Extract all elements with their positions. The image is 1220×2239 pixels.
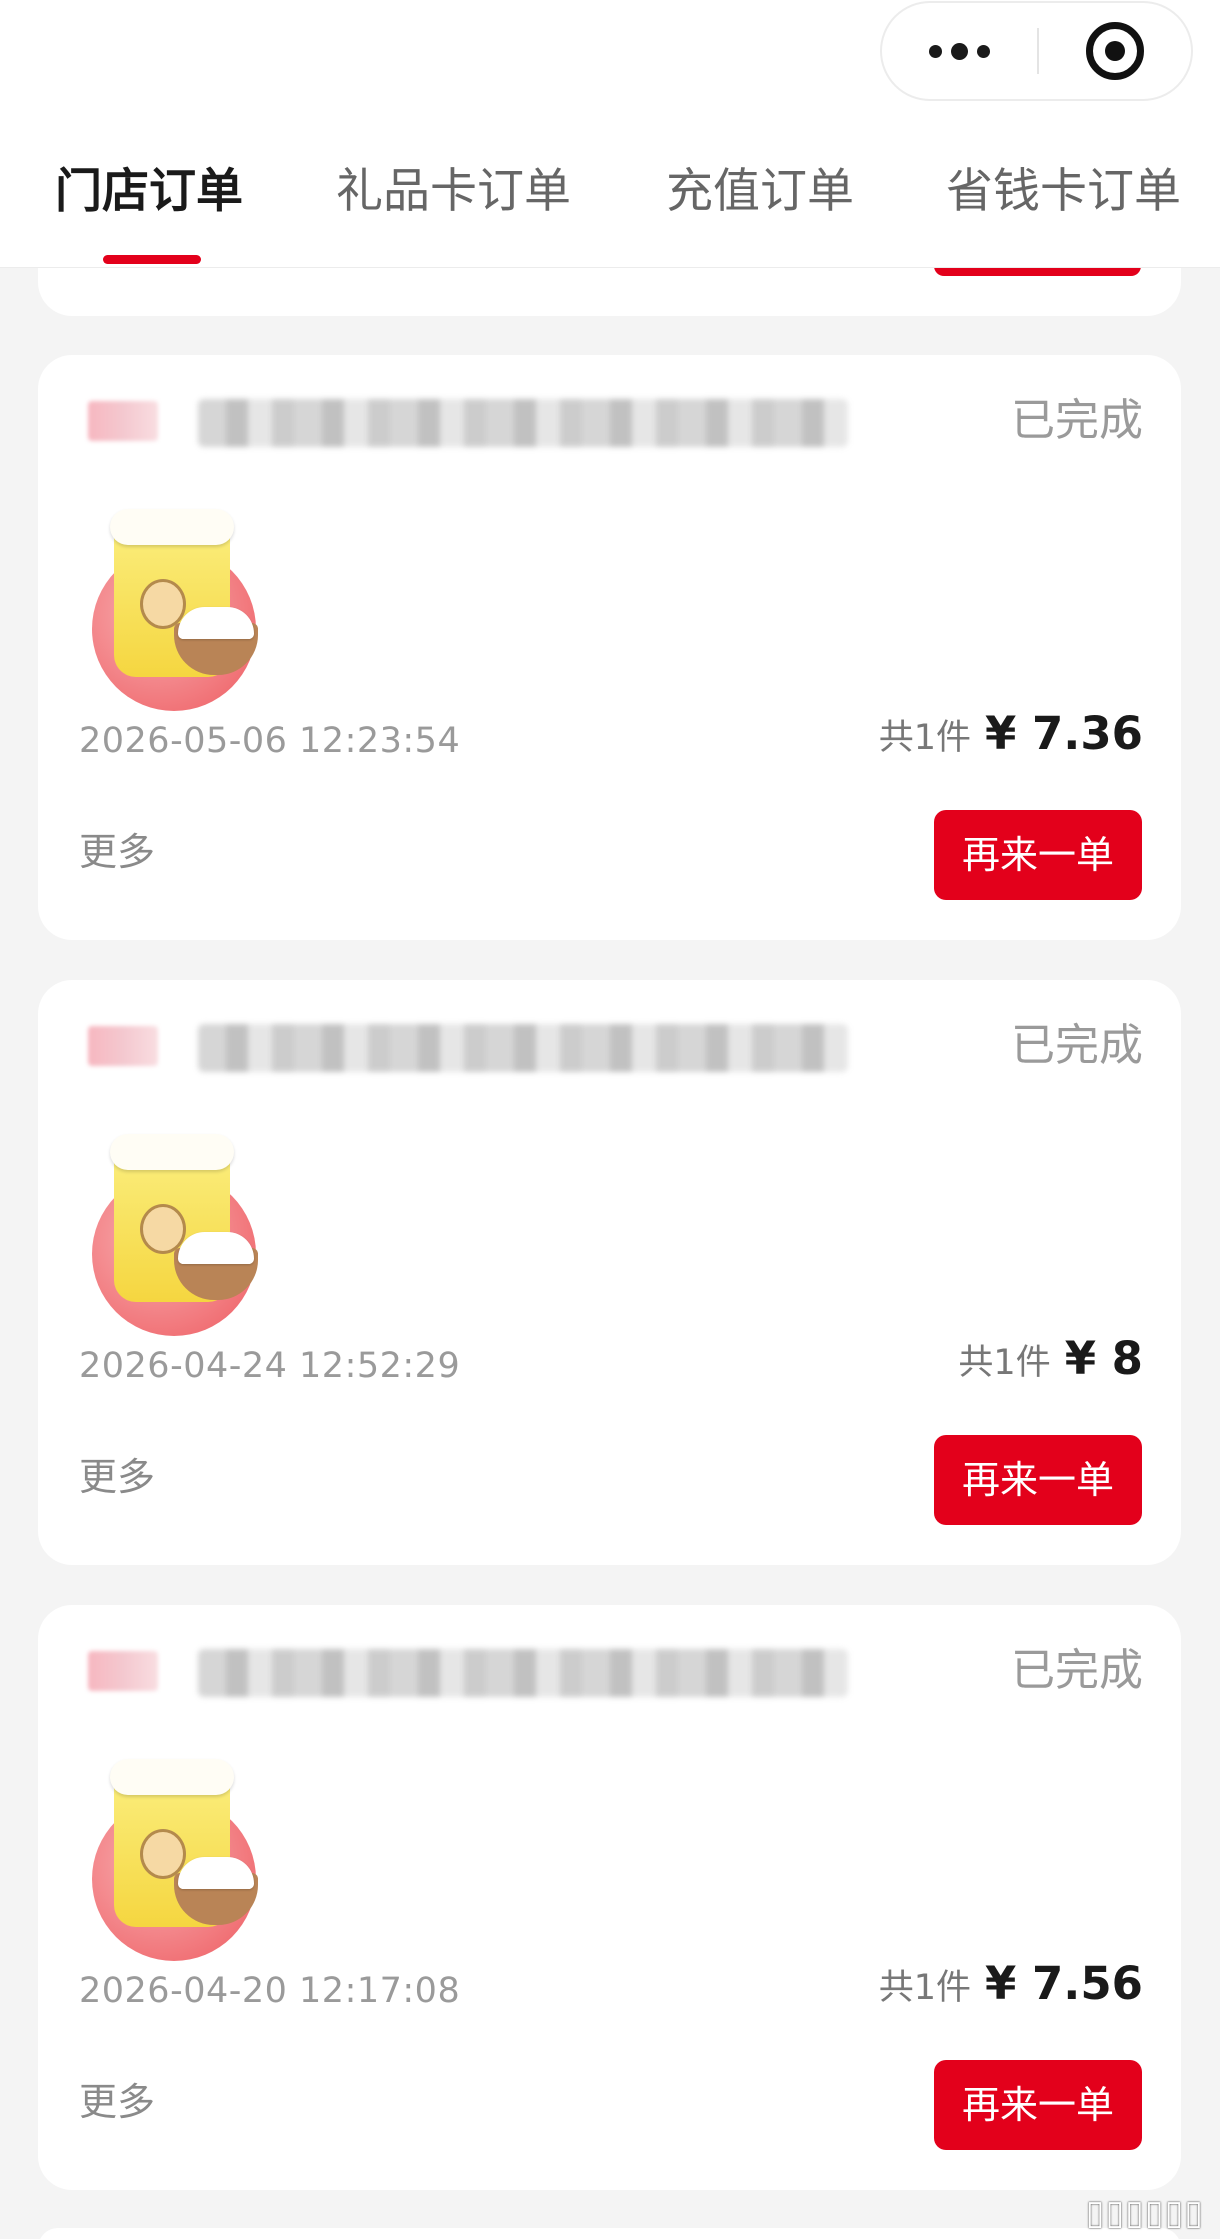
more-link[interactable]: 更多	[79, 1450, 155, 1504]
tab-saver-card-orders[interactable]: 省钱卡订单	[946, 158, 1181, 226]
cup-lid	[110, 509, 234, 545]
order-status: 已完成	[1011, 1645, 1143, 1696]
order-datetime: 2026-04-20 12:17:08	[79, 1971, 461, 2011]
product-image	[88, 507, 258, 711]
mascot	[140, 1204, 186, 1254]
store-logo-blurred	[88, 401, 158, 441]
more-link[interactable]: 更多	[79, 2075, 155, 2129]
tab-gift-card-orders[interactable]: 礼品卡订单	[336, 158, 571, 226]
order-status: 已完成	[1011, 1020, 1143, 1071]
cup-lid	[110, 1759, 234, 1795]
dot	[929, 44, 942, 58]
order-card[interactable]: 已完成 2026-04-24 12:52:29 共1件 ¥ 8 更多 再来一单	[38, 980, 1181, 1565]
item-count: 共1件	[878, 718, 971, 758]
tab-recharge-orders[interactable]: 充值订单	[666, 158, 854, 226]
reorder-button[interactable]: 再来一单	[934, 1435, 1142, 1525]
cream	[178, 1232, 254, 1264]
product-image	[88, 1132, 258, 1336]
order-total: 共1件 ¥ 7.36	[879, 707, 1143, 760]
mini-program-capsule	[880, 1, 1193, 101]
store-name-blurred	[198, 399, 848, 447]
cup-lid	[110, 1134, 234, 1170]
mascot	[140, 1829, 186, 1879]
target-circle-icon[interactable]	[1039, 22, 1191, 80]
active-tab-indicator	[103, 255, 201, 264]
order-total: 共1件 ¥ 8	[958, 1332, 1143, 1385]
order-price: ¥ 7.36	[984, 707, 1143, 760]
tab-store-orders[interactable]: 门店订单	[55, 158, 243, 226]
order-card[interactable]: 已完成 2026-04-20 12:17:08 共1件 ¥ 7.56 更多 再来…	[38, 1605, 1181, 2190]
store-logo-blurred	[88, 1026, 158, 1066]
product-image	[88, 1757, 258, 1961]
more-dots-icon[interactable]	[882, 3, 1037, 99]
order-card[interactable]: 已完成 2026-05-06 12:23:54 共1件 ¥ 7.36 更多 再来…	[38, 355, 1181, 940]
dot	[951, 42, 968, 60]
order-datetime: 2026-04-24 12:52:29	[79, 1346, 461, 1386]
cream	[178, 1857, 254, 1889]
close-ring	[1086, 22, 1144, 80]
order-card-partial	[38, 2228, 1181, 2239]
close-dot	[1105, 41, 1125, 61]
order-datetime: 2026-05-06 12:23:54	[79, 721, 461, 761]
reorder-button[interactable]: 再来一单	[934, 2060, 1142, 2150]
order-price: ¥ 7.56	[984, 1957, 1143, 2010]
store-logo-blurred	[88, 1651, 158, 1691]
mascot	[140, 579, 186, 629]
more-link[interactable]: 更多	[79, 825, 155, 879]
item-count: 共1件	[878, 1968, 971, 2008]
dot	[977, 44, 990, 58]
watermark-logo: ▯▯▯▯▯▯	[1085, 2193, 1204, 2233]
item-count: 共1件	[958, 1343, 1051, 1383]
top-bar: 门店订单 礼品卡订单 充值订单 省钱卡订单	[0, 0, 1220, 268]
order-status: 已完成	[1011, 395, 1143, 446]
cream	[178, 607, 254, 639]
store-name-blurred	[198, 1649, 848, 1697]
store-name-blurred	[198, 1024, 848, 1072]
order-total: 共1件 ¥ 7.56	[879, 1957, 1143, 2010]
reorder-button[interactable]: 再来一单	[934, 810, 1142, 900]
order-price: ¥ 8	[1064, 1332, 1143, 1385]
